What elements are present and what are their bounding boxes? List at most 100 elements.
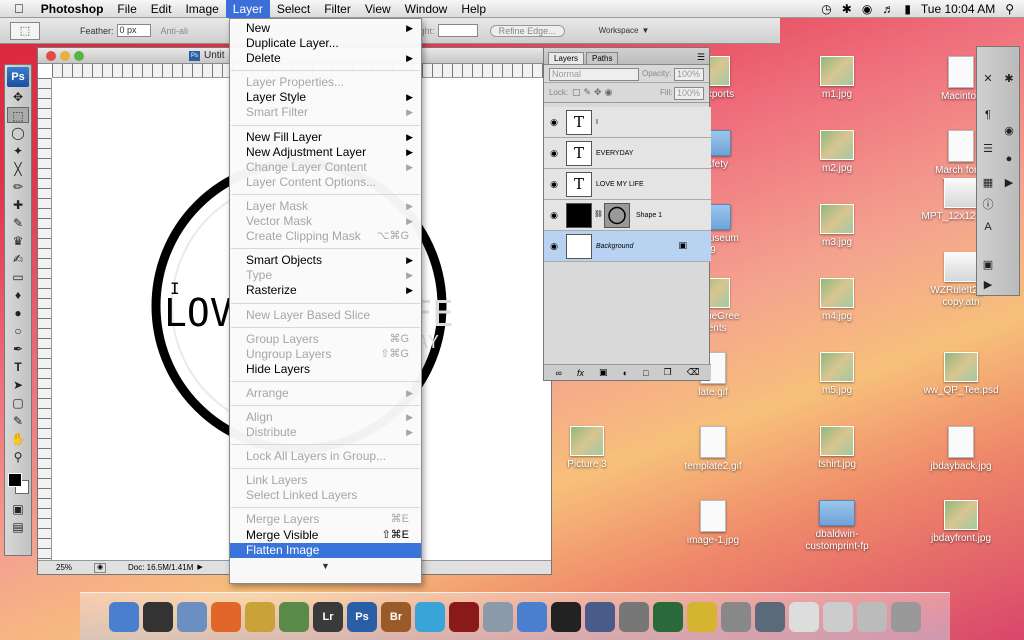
dock-docs2-icon[interactable] bbox=[823, 601, 853, 632]
menu-item-flatten-image[interactable]: Flatten Image bbox=[230, 542, 421, 558]
magic-wand-tool-icon[interactable]: ✦ bbox=[7, 143, 29, 159]
path-selection-tool-icon[interactable]: ➤ bbox=[7, 377, 29, 393]
dock-br-icon[interactable]: Br bbox=[381, 601, 411, 632]
lasso-tool-icon[interactable]: ◯ bbox=[7, 125, 29, 141]
quick-mask-icon[interactable]: ▣ bbox=[7, 501, 29, 517]
dock-finder-icon[interactable] bbox=[109, 601, 139, 632]
menu-item-hide-layers[interactable]: Hide Layers bbox=[230, 362, 421, 377]
dock-ps-icon[interactable]: Ps bbox=[347, 601, 377, 632]
add-mask-icon[interactable]: ▣ bbox=[599, 367, 608, 378]
clone-source-icon[interactable]: ▣ bbox=[979, 257, 997, 273]
battery-icon[interactable]: ▮ bbox=[904, 2, 911, 16]
desktop-icon-m2-jpg[interactable]: m2.jpg bbox=[796, 130, 878, 175]
menu-item-merge-visible[interactable]: Merge Visible ⇧⌘E bbox=[230, 528, 421, 543]
marquee-tool-icon[interactable]: ⬚ bbox=[7, 107, 29, 123]
menu-select[interactable]: Select bbox=[270, 0, 317, 18]
status-menu-arrow-icon[interactable]: ▶ bbox=[197, 561, 202, 574]
adjustment-layer-icon[interactable]: ◐ bbox=[623, 368, 628, 378]
character-icon[interactable]: A bbox=[979, 219, 997, 235]
layer-row[interactable]: ◉ T EVERYDAY bbox=[544, 138, 711, 169]
chevron-down-icon[interactable]: ▼ bbox=[642, 26, 650, 35]
zoom-tool-icon[interactable]: ⚲ bbox=[7, 449, 29, 465]
dock-flip-icon[interactable] bbox=[415, 601, 445, 632]
clone-stamp-tool-icon[interactable]: ♛ bbox=[7, 233, 29, 249]
anti-alias-checkbox[interactable]: Anti-ali bbox=[161, 26, 189, 36]
dock-preview-icon[interactable] bbox=[483, 601, 513, 632]
menu-window[interactable]: Window bbox=[398, 0, 455, 18]
workspace-button[interactable]: Workspace bbox=[599, 26, 639, 35]
zoom-level[interactable]: 25% bbox=[56, 561, 90, 574]
zoom-window-icon[interactable] bbox=[74, 51, 84, 61]
volume-icon[interactable]: ♬ bbox=[882, 2, 894, 16]
time-machine-icon[interactable]: ◷ bbox=[821, 2, 831, 16]
desktop-icon-m1-jpg[interactable]: m1.jpg bbox=[796, 56, 878, 101]
screen-mode-icon[interactable]: ▤ bbox=[7, 519, 29, 535]
new-layer-icon[interactable]: ❐ bbox=[664, 367, 672, 378]
dock-itunes-icon[interactable] bbox=[517, 601, 547, 632]
menubar-clock[interactable]: Tue 10:04 AM bbox=[921, 2, 995, 16]
layer-row[interactable]: ◉ T LOVE MY LIFE bbox=[544, 169, 711, 200]
menu-item-new[interactable]: New ▶ bbox=[230, 21, 421, 36]
menu-image[interactable]: Image bbox=[178, 0, 225, 18]
desktop-icon-m3-jpg[interactable]: m3.jpg bbox=[796, 204, 878, 249]
paint-bucket-tool-icon[interactable]: ♦ bbox=[7, 287, 29, 303]
dock-spaces-icon[interactable] bbox=[585, 601, 615, 632]
lock-icons[interactable]: ▢✎✥◉ bbox=[572, 87, 615, 98]
menu-item-layer-style[interactable]: Layer Style ▶ bbox=[230, 90, 421, 105]
menu-item-duplicate-layer[interactable]: Duplicate Layer... bbox=[230, 36, 421, 51]
desktop-icon-m5-jpg[interactable]: m5.jpg bbox=[796, 352, 878, 397]
menu-item-rasterize[interactable]: Rasterize ▶ bbox=[230, 283, 421, 298]
tools-icon[interactable]: ✕ bbox=[979, 71, 997, 87]
history-icon[interactable]: ☰ bbox=[979, 141, 997, 157]
foreground-color-swatch[interactable] bbox=[8, 473, 22, 487]
eraser-tool-icon[interactable]: ▭ bbox=[7, 269, 29, 285]
wifi-icon[interactable]: ◉ bbox=[862, 2, 872, 16]
trash-icon[interactable]: ⌫ bbox=[687, 367, 700, 378]
layer-row[interactable]: ◉ ⛓ Shape 1 bbox=[544, 200, 711, 231]
dock-photobooth-icon[interactable] bbox=[449, 601, 479, 632]
menu-item-new-fill-layer[interactable]: New Fill Layer ▶ bbox=[230, 130, 421, 145]
desktop-icon-dbaldwin-customprint-fp[interactable]: dbaldwin- customprint-fp bbox=[796, 500, 878, 553]
layer-row[interactable]: ◉ T I bbox=[544, 107, 711, 138]
brush-icon[interactable]: ✱ bbox=[1000, 71, 1018, 87]
height-field[interactable] bbox=[437, 24, 478, 37]
minimize-window-icon[interactable] bbox=[60, 51, 70, 61]
swatches-icon[interactable]: ▦ bbox=[979, 175, 997, 191]
color-icon[interactable]: ● bbox=[1000, 151, 1018, 167]
desktop-icon-picture-3[interactable]: Picture 3 bbox=[546, 426, 628, 471]
blend-mode-select[interactable]: Normal bbox=[549, 68, 639, 81]
bluetooth-icon[interactable]: ✱ bbox=[842, 2, 852, 16]
menu-view[interactable]: View bbox=[358, 0, 398, 18]
desktop-icon-jbdayback-jpg[interactable]: jbdayback.jpg bbox=[920, 426, 1002, 473]
dock-isync-icon[interactable] bbox=[721, 601, 751, 632]
desktop-icon-jbdayfront-jpg[interactable]: jbdayfront.jpg bbox=[920, 500, 1002, 545]
menu-help[interactable]: Help bbox=[454, 0, 493, 18]
visibility-eye-icon[interactable]: ◉ bbox=[547, 208, 561, 222]
dock-keynote-icon[interactable] bbox=[755, 601, 785, 632]
dodge-tool-icon[interactable]: ○ bbox=[7, 323, 29, 339]
menu-scroll-down-icon[interactable]: ▼ bbox=[230, 560, 421, 572]
desktop-icon-template2-gif[interactable]: template2.gif bbox=[672, 426, 754, 473]
dock-timemachine-icon[interactable] bbox=[653, 601, 683, 632]
new-group-icon[interactable]: □ bbox=[643, 368, 648, 378]
shape-tool-icon[interactable]: ▢ bbox=[7, 395, 29, 411]
desktop-icon-m4-jpg[interactable]: m4.jpg bbox=[796, 278, 878, 323]
desktop-icon-tshirt-jpg[interactable]: tshirt.jpg bbox=[796, 426, 878, 471]
menu-edit[interactable]: Edit bbox=[144, 0, 179, 18]
healing-brush-tool-icon[interactable]: ✚ bbox=[7, 197, 29, 213]
menu-item-new-adjustment-layer[interactable]: New Adjustment Layer ▶ bbox=[230, 145, 421, 160]
eyedropper-tool-icon[interactable]: ✏ bbox=[7, 179, 29, 195]
feather-field[interactable]: 0 px bbox=[116, 24, 151, 37]
type-tool-icon[interactable]: T bbox=[7, 359, 29, 375]
info-icon[interactable]: ⓘ bbox=[979, 197, 997, 213]
dock-mail-icon[interactable] bbox=[177, 601, 207, 632]
actions-icon[interactable]: ▶ bbox=[1000, 175, 1018, 191]
pen-tool-icon[interactable]: ✒ bbox=[7, 341, 29, 357]
paragraph-icon[interactable]: ¶ bbox=[979, 107, 997, 123]
dock-scanner-icon[interactable] bbox=[619, 601, 649, 632]
apple-menu-icon[interactable]:  bbox=[0, 1, 34, 16]
dock-docs-icon[interactable] bbox=[789, 601, 819, 632]
animation-icon[interactable]: ▶ bbox=[979, 277, 997, 293]
navigator-icon[interactable]: ◉ bbox=[1000, 123, 1018, 139]
fill-field[interactable]: 100% bbox=[674, 87, 704, 100]
